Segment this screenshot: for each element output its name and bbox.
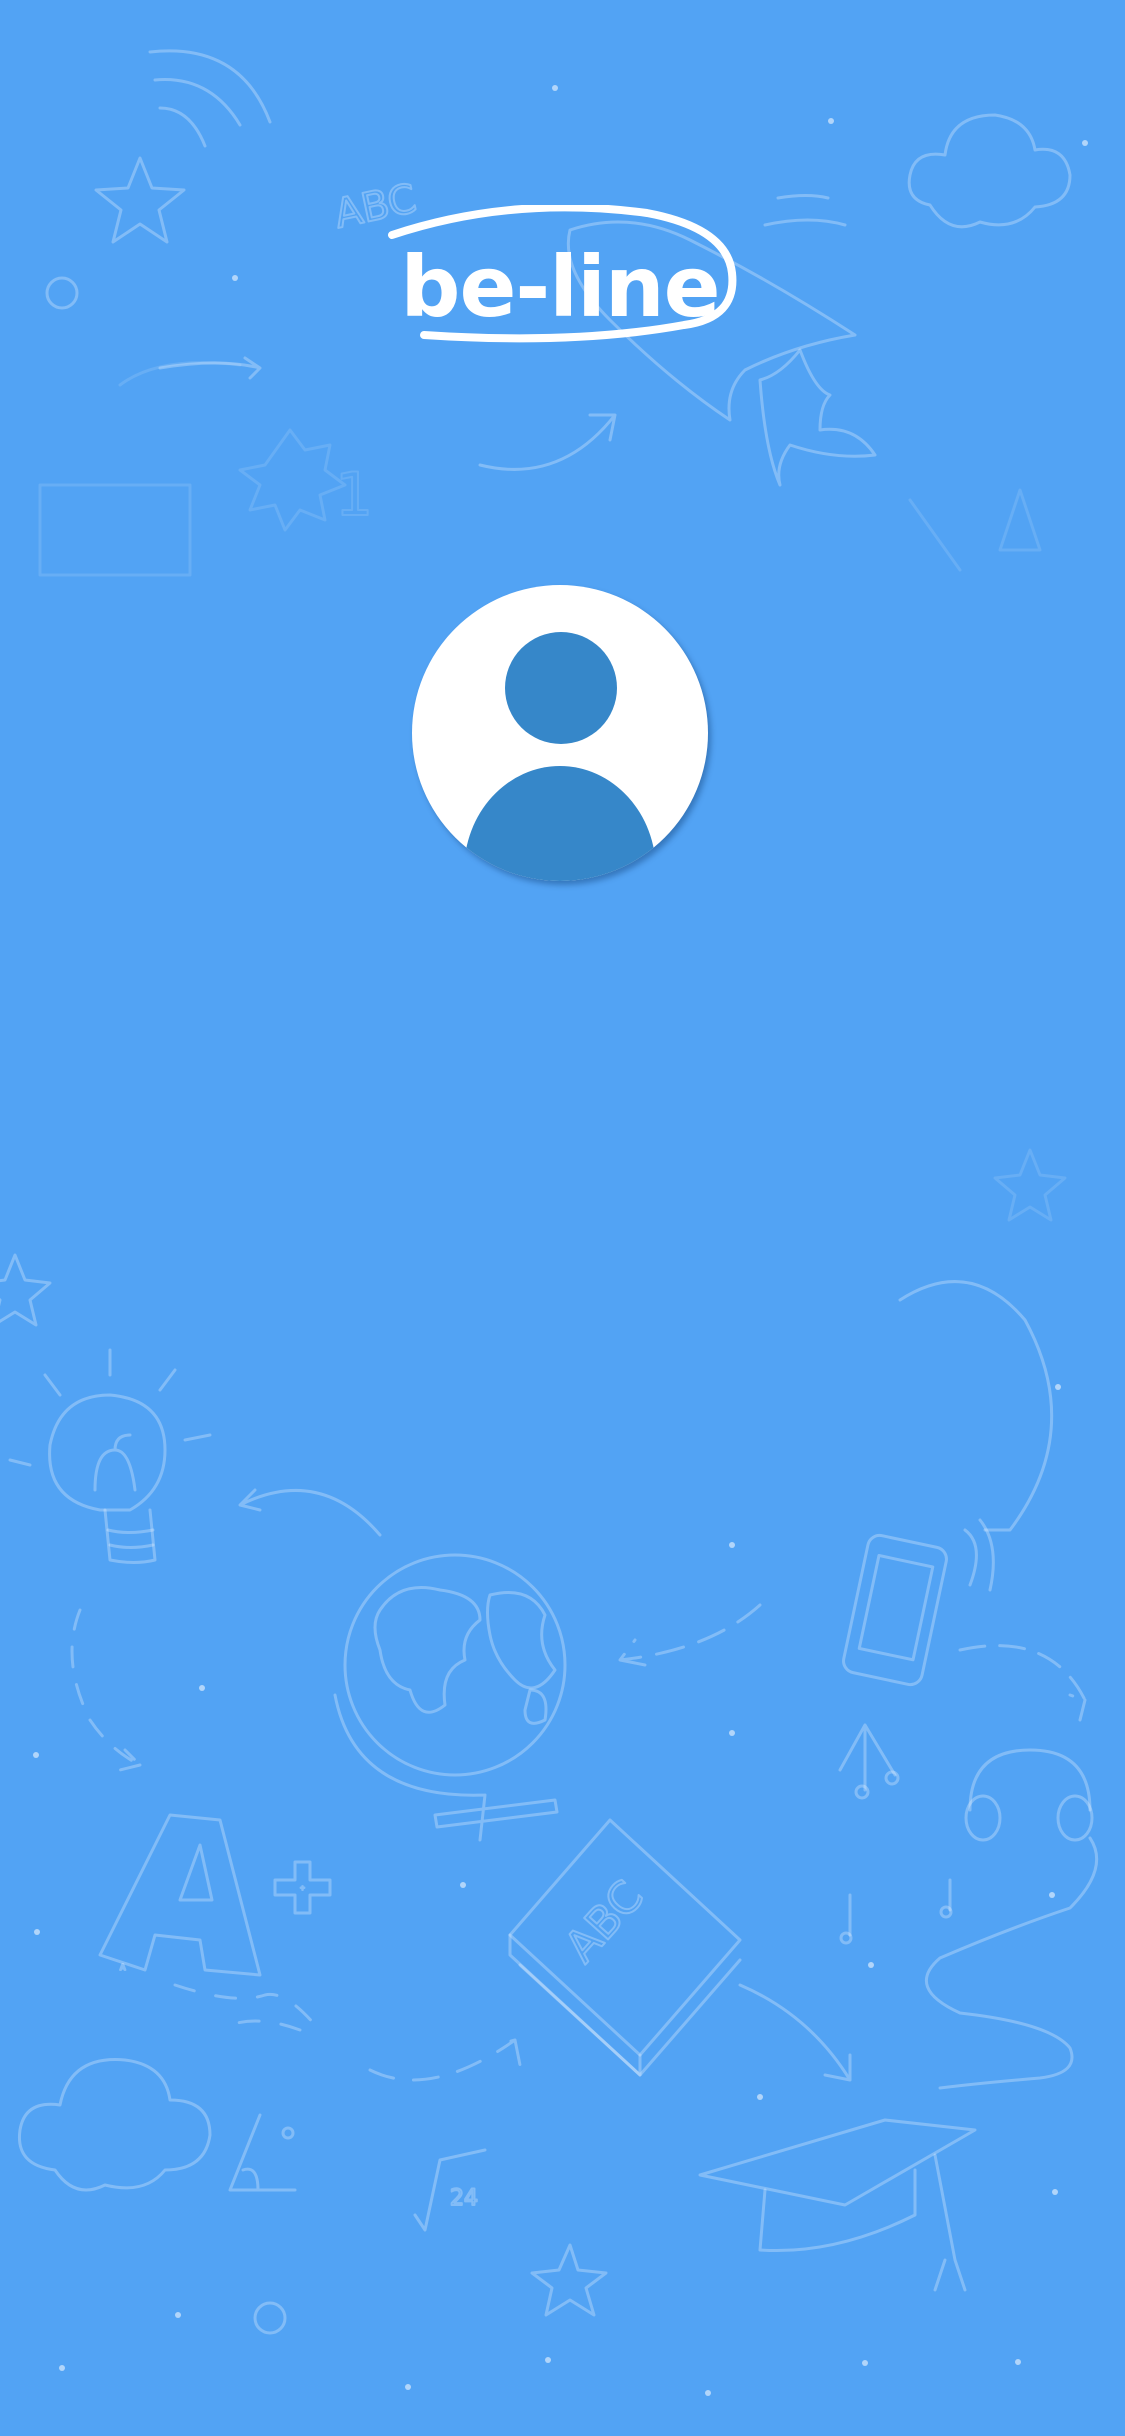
book-label: ABC <box>555 1871 653 1972</box>
smartphone-icon <box>842 1518 995 1687</box>
lightbulb-icon <box>8 1348 212 1564</box>
curve-arrow <box>158 356 262 380</box>
user-avatar-icon <box>505 632 617 744</box>
dots <box>33 85 1088 2396</box>
grade-dash <box>173 1983 317 2032</box>
star-icon <box>94 156 186 244</box>
profile-avatar[interactable] <box>412 585 708 881</box>
top-right-arrow <box>898 1280 1054 1532</box>
sqrt-value: 24 <box>450 2186 478 2211</box>
faint-star-icon <box>993 1148 1067 1222</box>
speed-lines <box>763 194 847 227</box>
app-logo: be-line <box>380 205 740 365</box>
grade-plus: + <box>300 1885 305 1892</box>
wifi-icon <box>148 49 272 148</box>
background-doodles: 1 ABC A + ABC 24 <box>0 49 1099 2396</box>
headphones-icon <box>924 1748 1099 2090</box>
circle-doodle <box>45 276 79 310</box>
angle-icon <box>228 2113 297 2192</box>
phone-arrow <box>618 1603 762 1667</box>
cloud-icon <box>907 113 1072 229</box>
dashed-arrow-right <box>958 1644 1087 1722</box>
square-root-icon: 24 <box>413 2148 487 2232</box>
globe-icon <box>333 1553 567 1842</box>
music-note-icon <box>838 1723 953 1945</box>
dashed-arrow-left <box>70 1608 142 1772</box>
circle-doodle-bottom <box>253 2301 287 2335</box>
rocket-arrow <box>478 413 617 471</box>
faint-shape <box>908 488 1042 572</box>
star-icon-bottom <box>530 2243 608 2317</box>
badge-number: 1 <box>335 460 373 530</box>
graduation-cap-icon <box>698 2118 977 2292</box>
card-icon <box>38 483 192 577</box>
bottom-dash-arrow <box>368 2038 522 2082</box>
grade-letter: A <box>120 1963 126 1972</box>
book-arrow <box>738 1983 852 2082</box>
grade-icon: A + <box>98 1813 332 1977</box>
user-avatar-body <box>464 766 656 881</box>
bulb-arrow <box>238 1488 382 1537</box>
logo-text: be-line <box>400 238 720 336</box>
book-icon: ABC <box>508 1818 742 2077</box>
cloud-icon-bottom <box>17 2058 212 2192</box>
badge-icon <box>238 428 347 532</box>
star-icon-left <box>0 1253 52 1327</box>
